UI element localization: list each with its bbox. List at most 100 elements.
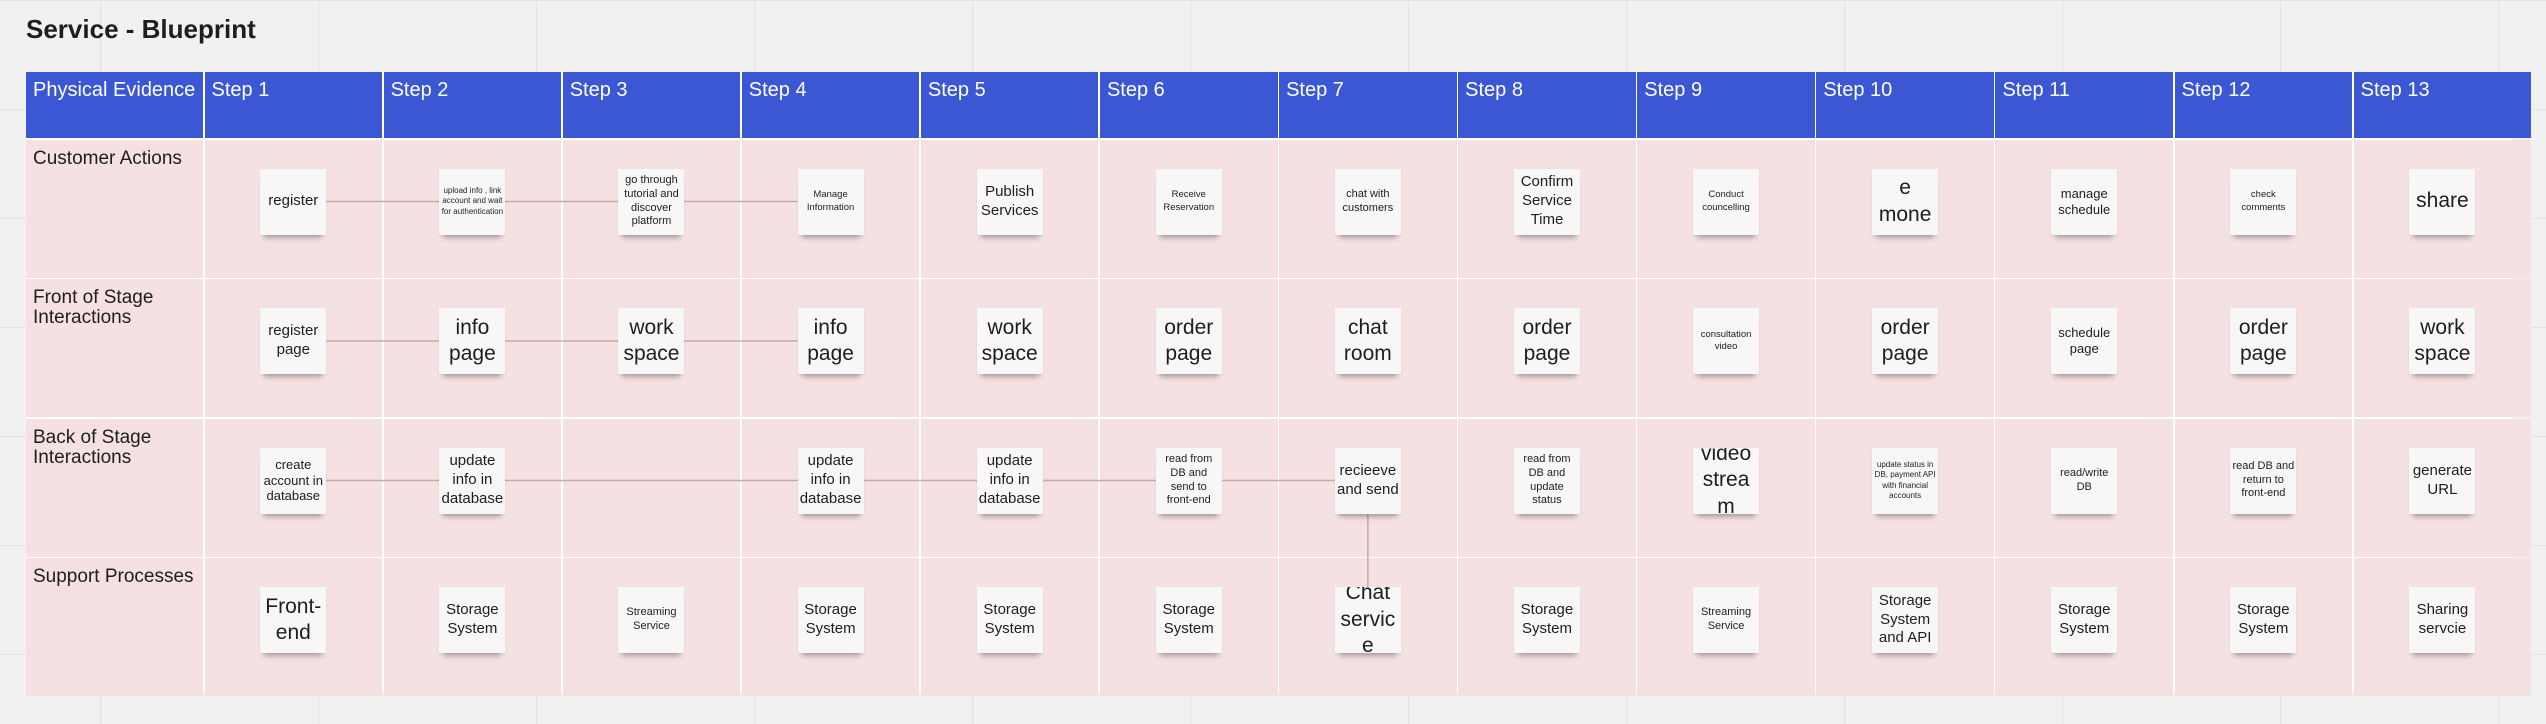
service-blueprint-table: Physical Evidence Step 1 Step 2 Step 3 Step… bbox=[26, 72, 2532, 696]
sticky-note[interactable]: Conduct councelling bbox=[1693, 168, 1760, 235]
lane-cell: generate URL bbox=[2353, 418, 2532, 557]
sticky-note[interactable]: read/write DB bbox=[2051, 447, 2118, 514]
lane-cell: upload info , link account and wait for … bbox=[383, 139, 562, 278]
sticky-note[interactable]: Front-end bbox=[260, 587, 327, 653]
lane-cell: Chat service bbox=[1279, 558, 1457, 696]
step-header-1: Step 1 bbox=[204, 72, 383, 138]
lane-cell: update status in DB, payment API with fi… bbox=[1816, 418, 1994, 557]
step-header-9: Step 9 bbox=[1637, 72, 1815, 138]
sticky-note[interactable]: order page bbox=[1513, 308, 1580, 374]
lane-cell: read/write DB bbox=[1995, 418, 2174, 557]
sticky-note[interactable]: Streaming Service bbox=[618, 587, 685, 653]
sticky-note[interactable]: Storage System bbox=[1155, 587, 1222, 653]
sticky-note[interactable]: Receive Reservation bbox=[1155, 168, 1222, 235]
sticky-note[interactable]: go through tutorial and discover platfor… bbox=[618, 168, 685, 235]
sticky-note[interactable]: Storage System bbox=[439, 587, 506, 653]
lane-cell: Storage System bbox=[383, 558, 562, 696]
lane-cell: update info in database bbox=[920, 418, 1099, 557]
lane-cell: work space bbox=[562, 279, 741, 417]
step-header-5: Step 5 bbox=[920, 72, 1099, 138]
sticky-note[interactable]: Publish Services bbox=[976, 168, 1043, 235]
sticky-note[interactable]: chat with customers bbox=[1334, 168, 1401, 235]
lane-cell: share bbox=[2353, 139, 2532, 278]
sticky-note[interactable]: order page bbox=[1872, 308, 1939, 374]
lane-cell: create account in database bbox=[204, 418, 383, 557]
lane-cell: Storage System bbox=[1099, 558, 1278, 696]
sticky-note[interactable]: share bbox=[2409, 168, 2476, 235]
lane-label-front-of-stage-interactions: Front of Stage Interactions bbox=[26, 279, 203, 417]
sticky-note[interactable]: work space bbox=[2409, 308, 2476, 374]
sticky-note[interactable]: work space bbox=[618, 308, 685, 374]
lane-cell: order page bbox=[2174, 279, 2353, 417]
sticky-note[interactable]: info page bbox=[439, 308, 506, 374]
sticky-note[interactable]: Storage System and API bbox=[1872, 587, 1939, 653]
lane-cell: Storage System and API bbox=[1816, 558, 1994, 696]
sticky-note[interactable]: schedule page bbox=[2051, 308, 2118, 374]
sticky-note[interactable]: Manage Information bbox=[797, 168, 864, 235]
sticky-note[interactable]: receive money bbox=[1872, 168, 1939, 235]
step-header-8: Step 8 bbox=[1458, 72, 1636, 138]
lane-cell bbox=[562, 418, 741, 557]
sticky-note[interactable]: order page bbox=[2230, 308, 2297, 374]
sticky-note[interactable]: Storage System bbox=[2230, 587, 2297, 653]
sticky-note[interactable]: create account in database bbox=[260, 447, 327, 514]
lane-cell: recieeve and send bbox=[1279, 418, 1457, 557]
lane-cell: register page bbox=[204, 279, 383, 417]
sticky-note[interactable]: Storage System bbox=[976, 587, 1043, 653]
sticky-note[interactable]: recieeve and send bbox=[1334, 447, 1401, 514]
step-header-2: Step 2 bbox=[383, 72, 562, 138]
lane-cell: Storage System bbox=[1458, 558, 1636, 696]
sticky-note[interactable]: register bbox=[260, 168, 327, 235]
sticky-note[interactable]: update status in DB, payment API with fi… bbox=[1872, 447, 1939, 514]
sticky-note[interactable]: Storage System bbox=[1513, 587, 1580, 653]
step-header-4: Step 4 bbox=[741, 72, 920, 138]
lane-cell: Storage System bbox=[920, 558, 1099, 696]
lane-cell: order page bbox=[1458, 279, 1636, 417]
step-header-13: Step 13 bbox=[2353, 72, 2532, 138]
lane-cell: Storage System bbox=[1995, 558, 2174, 696]
sticky-note[interactable]: update info in database bbox=[797, 447, 864, 514]
lane-cell: update info in database bbox=[383, 418, 562, 557]
sticky-note[interactable]: manage schedule bbox=[2051, 168, 2118, 235]
lane-cell: Storage System bbox=[741, 558, 920, 696]
sticky-note[interactable]: info page bbox=[797, 308, 864, 374]
sticky-note[interactable]: Sharing servcie bbox=[2409, 587, 2476, 653]
lane-cell: info page bbox=[741, 279, 920, 417]
lane-cell: go through tutorial and discover platfor… bbox=[562, 139, 741, 278]
sticky-note[interactable]: order page bbox=[1155, 308, 1222, 374]
sticky-note[interactable]: work space bbox=[976, 308, 1043, 374]
sticky-note[interactable]: update info in database bbox=[439, 447, 506, 514]
lane-cell: Confirm Service Time bbox=[1458, 139, 1636, 278]
lane-cell: order page bbox=[1816, 279, 1994, 417]
sticky-note[interactable]: generate URL bbox=[2409, 447, 2476, 514]
lane-cell: work space bbox=[920, 279, 1099, 417]
lane-cell: manage schedule bbox=[1995, 139, 2174, 278]
sticky-note[interactable]: read DB and return to front-end bbox=[2230, 447, 2297, 514]
step-header-12: Step 12 bbox=[2174, 72, 2353, 138]
lane-cell: order page bbox=[1099, 279, 1278, 417]
sticky-note[interactable]: read from DB and send to front-end bbox=[1155, 447, 1222, 514]
lane-cell: receive money bbox=[1816, 139, 1994, 278]
sticky-note[interactable]: chat room bbox=[1334, 308, 1401, 374]
sticky-note[interactable]: Confirm Service Time bbox=[1513, 168, 1580, 235]
lane-cell: update info in database bbox=[741, 418, 920, 557]
sticky-note[interactable]: update info in database bbox=[976, 447, 1043, 514]
sticky-note[interactable]: register page bbox=[260, 308, 327, 374]
corner-header-physical-evidence: Physical Evidence bbox=[26, 72, 203, 138]
sticky-note[interactable]: check comments bbox=[2230, 168, 2297, 235]
sticky-note[interactable]: Chat service bbox=[1334, 587, 1401, 653]
sticky-note[interactable]: Storage System bbox=[2051, 587, 2118, 653]
step-header-6: Step 6 bbox=[1099, 72, 1278, 138]
lane-cell: Manage Information bbox=[741, 139, 920, 278]
sticky-note[interactable]: Streaming Service bbox=[1693, 587, 1760, 653]
sticky-note[interactable]: read from DB and update status bbox=[1513, 447, 1580, 514]
lane-label-customer-actions: Customer Actions bbox=[26, 139, 203, 278]
sticky-note[interactable]: upload info , link account and wait for … bbox=[439, 168, 506, 235]
lane-cell: schedule page bbox=[1995, 279, 2174, 417]
sticky-note[interactable]: consultation video bbox=[1693, 308, 1760, 374]
sticky-note[interactable]: Storage System bbox=[797, 587, 864, 653]
board-title: Service - Blueprint bbox=[26, 14, 256, 44]
lane-cell: consultation video bbox=[1637, 279, 1815, 417]
sticky-note[interactable]: video stream bbox=[1693, 447, 1760, 514]
lane-cell: chat room bbox=[1279, 279, 1457, 417]
